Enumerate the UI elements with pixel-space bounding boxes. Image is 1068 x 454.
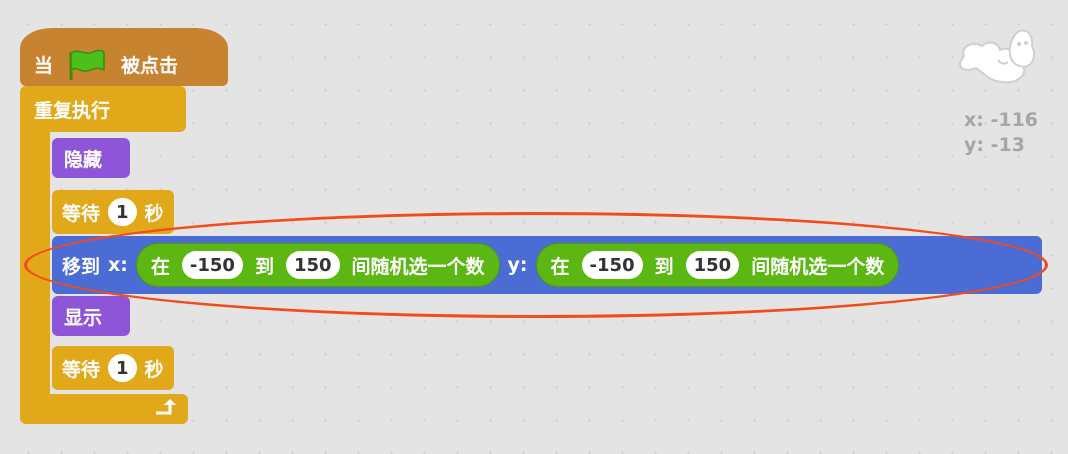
- loop-arrow-icon: [154, 397, 178, 422]
- hide-block[interactable]: 隐藏: [52, 138, 130, 178]
- hat-suffix-label: 被点击: [121, 54, 179, 77]
- sprite-y-readout: y: -13: [964, 134, 1025, 156]
- sprite-x-readout: x: -116: [964, 109, 1039, 131]
- show-label: 显示: [64, 306, 103, 329]
- forever-loop-bottom[interactable]: [20, 394, 188, 424]
- sprite-coordinates: x: -116 y: -13: [964, 108, 1038, 158]
- wait-unit-label: 秒: [144, 202, 164, 225]
- sprite-thumbnail: [954, 16, 1042, 96]
- hat-prefix-label: 当: [34, 54, 54, 77]
- green-flag-icon: [67, 46, 107, 82]
- wait-seconds-input[interactable]: 1: [108, 198, 137, 226]
- show-block[interactable]: 显示: [52, 296, 130, 336]
- hide-label: 隐藏: [64, 148, 103, 171]
- wait-label: 等待: [62, 202, 101, 225]
- forever-loop-block[interactable]: 重复执行: [20, 86, 186, 132]
- forever-loop-label: 重复执行: [34, 99, 111, 122]
- wait-seconds-input[interactable]: 1: [108, 354, 137, 382]
- when-flag-clicked-block[interactable]: 当 被点击: [20, 28, 228, 86]
- wait-block-2[interactable]: 等待 1 秒: [52, 346, 174, 390]
- wait-block-1[interactable]: 等待 1 秒: [52, 190, 174, 234]
- highlight-ellipse: [24, 212, 1048, 318]
- wait-unit-label: 秒: [144, 358, 164, 381]
- wait-label: 等待: [62, 358, 101, 381]
